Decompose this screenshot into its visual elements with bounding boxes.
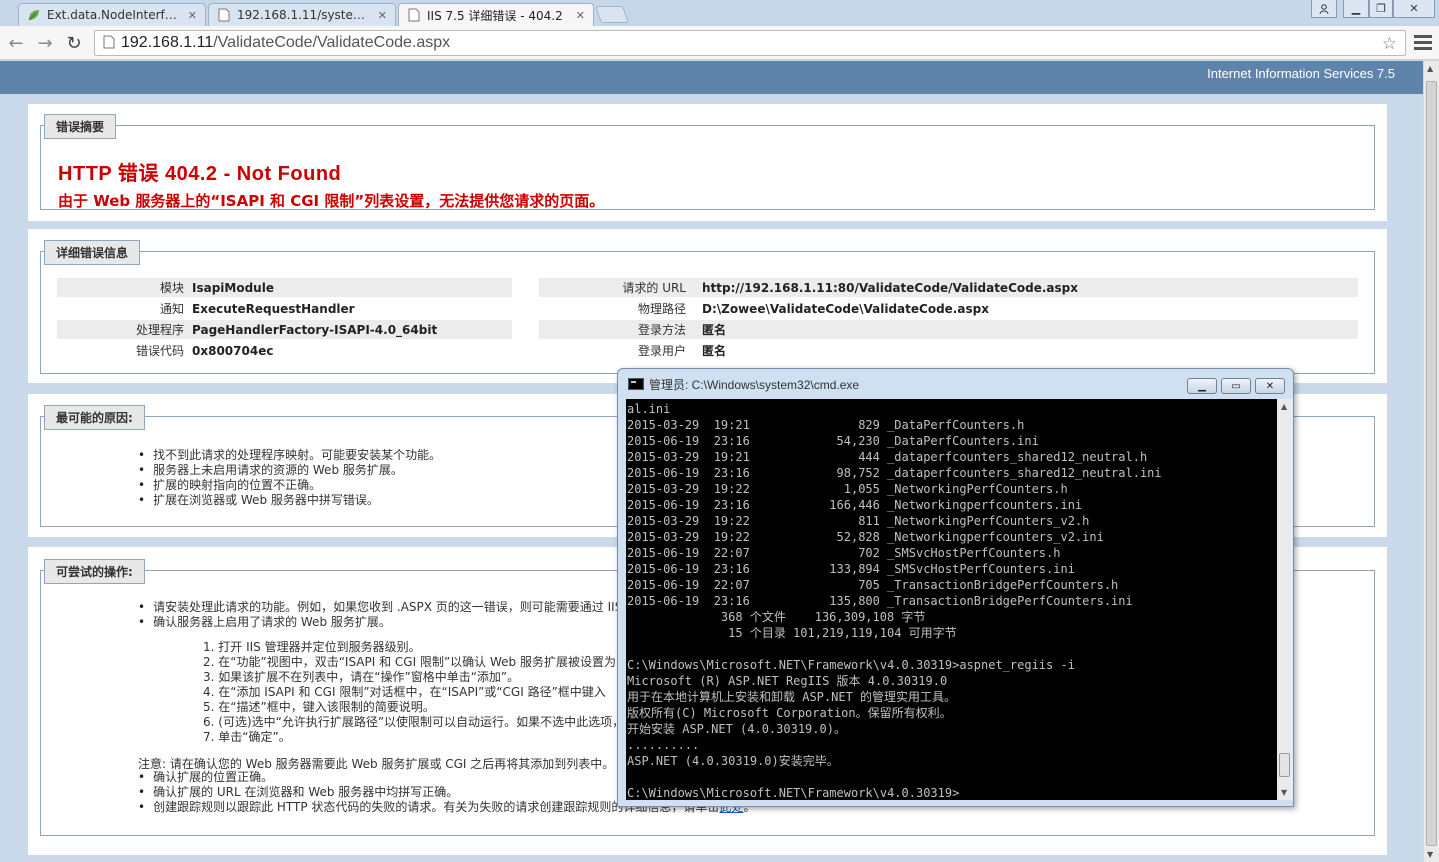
cmd-maximize-button[interactable]: ▭	[1221, 378, 1251, 394]
page-icon	[103, 35, 115, 52]
address-bar[interactable]: 192.168.1.11/ValidateCode/ValidateCode.a…	[94, 30, 1406, 56]
details-fieldset: 详细错误信息 模块 IsapiModule 通知 ExecuteRequestH…	[40, 240, 1375, 374]
page-icon	[217, 8, 231, 22]
list-item: 6. (可选)选中“允许执行扩展路径”以使限制可以自动运行。如果不选中此选项，	[203, 715, 625, 729]
close-window-button[interactable]: ✕	[1393, 0, 1435, 18]
list-item: 扩展的映射指向的位置不正确。	[138, 478, 441, 493]
detail-row: 处理程序 PageHandlerFactory-ISAPI-4.0_64bit	[57, 320, 512, 339]
list-item: 5. 在“描述”框中，键入该限制的简要说明。	[203, 700, 435, 714]
leaf-icon	[27, 8, 41, 22]
actions-list: 请安装处理此请求的功能。例如，如果您收到 .ASPX 页的这一错误，则可能需要通…	[138, 600, 622, 630]
list-item: 扩展在浏览器或 Web 服务器中拼写错误。	[138, 493, 441, 508]
list-item: 7. 单击“确定”。	[203, 730, 291, 744]
menu-icon[interactable]	[1414, 35, 1432, 51]
cmd-close-button[interactable]: ✕	[1255, 378, 1285, 394]
scroll-down-icon[interactable]: ▼	[1427, 850, 1433, 859]
detail-row: 错误代码 0x800704ec	[135, 343, 274, 359]
console-scrollbar[interactable]: ▲ ▼	[1277, 399, 1293, 800]
list-item: 3. 如果该扩展不在列表中，请在“操作”窗格中单击“添加”。	[203, 670, 520, 684]
new-tab-button[interactable]	[594, 6, 630, 23]
detail-row: 登录用户 匿名	[637, 344, 727, 358]
list-item: 确认服务器上启用了请求的 Web 服务扩展。	[138, 615, 622, 630]
error-title: HTTP 错误 404.2 - Not Found	[58, 163, 342, 185]
summary-legend: 错误摘要	[44, 114, 117, 139]
cmd-title: 管理员: C:\Windows\system32\cmd.exe	[649, 377, 860, 392]
scroll-thumb[interactable]	[1279, 753, 1290, 777]
detail-row: 请求的 URL http://192.168.1.11:80/ValidateC…	[539, 278, 1358, 297]
detail-row: 通知 ExecuteRequestHandler	[159, 301, 355, 317]
back-button[interactable]: ←	[4, 31, 28, 55]
tab-system-login[interactable]: 192.168.1.11/system/lo ✕	[208, 3, 396, 26]
forward-button[interactable]: →	[33, 31, 57, 55]
list-item: 1. 打开 IIS 管理器并定位到服务器级别。	[203, 640, 421, 654]
console-text: al.ini 2015-03-29 19:21 829 _DataPerfCou…	[627, 402, 1162, 800]
reload-button[interactable]: ↻	[62, 31, 86, 55]
summary-panel: 错误摘要 HTTP 错误 404.2 - Not Found 由于 Web 服务…	[28, 104, 1387, 221]
page-icon	[407, 8, 421, 22]
details-panel: 详细错误信息 模块 IsapiModule 通知 ExecuteRequestH…	[28, 229, 1387, 383]
minimize-button[interactable]: ▁	[1343, 0, 1369, 18]
steps-list: 1. 打开 IIS 管理器并定位到服务器级别。 2. 在“功能”视图中，双击“I…	[203, 640, 624, 745]
summary-fieldset: 错误摘要 HTTP 错误 404.2 - Not Found 由于 Web 服务…	[40, 114, 1375, 210]
tab-strip: Ext.data.NodeInterface ✕ 192.168.1.11/sy…	[0, 0, 1439, 26]
iis-header: Internet Information Services 7.5	[0, 61, 1423, 94]
page-scrollbar[interactable]: ▲ ▼	[1423, 61, 1439, 862]
details-legend: 详细错误信息	[44, 240, 141, 265]
console-icon	[628, 378, 644, 390]
scroll-up-icon[interactable]: ▲	[1427, 64, 1433, 73]
detail-row: 登录方法 匿名	[539, 320, 1358, 339]
tab-ext-data[interactable]: Ext.data.NodeInterface ✕	[18, 3, 206, 26]
scroll-down-icon[interactable]: ▼	[1281, 788, 1287, 797]
close-icon[interactable]: ✕	[188, 9, 197, 22]
scroll-up-icon[interactable]: ▲	[1281, 402, 1287, 411]
maximize-button[interactable]: ❐	[1369, 0, 1393, 18]
list-item: 4. 在“添加 ISAPI 和 CGI 限制”对话框中，在“ISAPI”或“CG…	[203, 685, 606, 699]
cmd-minimize-button[interactable]: ▁	[1187, 378, 1217, 394]
console-output[interactable]: al.ini 2015-03-29 19:21 829 _DataPerfCou…	[626, 399, 1277, 800]
bookmark-star-icon[interactable]: ☆	[1382, 34, 1397, 54]
list-item: 找不到此请求的处理程序映射。可能要安装某个功能。	[138, 448, 441, 463]
list-item: 服务器上未启用请求的资源的 Web 服务扩展。	[138, 463, 441, 478]
user-icon[interactable]	[1311, 0, 1337, 18]
tab-iis-error[interactable]: IIS 7.5 详细错误 - 404.2 ✕	[398, 3, 594, 26]
detail-row: 模块 IsapiModule	[57, 278, 512, 297]
scroll-thumb[interactable]	[1426, 81, 1437, 846]
causes-list: 找不到此请求的处理程序映射。可能要安装某个功能。 服务器上未启用请求的资源的 W…	[138, 448, 441, 508]
cmd-window[interactable]: 管理员: C:\Windows\system32\cmd.exe ▁ ▭ ✕ a…	[617, 368, 1294, 807]
url-text: 192.168.1.11/ValidateCode/ValidateCode.a…	[121, 34, 451, 51]
close-icon[interactable]: ✕	[378, 9, 387, 22]
browser-toolbar: ← → ↻ 192.168.1.11/ValidateCode/Validate…	[0, 26, 1439, 60]
error-subtitle: 由于 Web 服务器上的“ISAPI 和 CGI 限制”列表设置，无法提供您请求…	[58, 192, 605, 210]
close-icon[interactable]: ✕	[576, 9, 585, 22]
actions-legend: 可尝试的操作:	[44, 559, 145, 584]
causes-legend: 最可能的原因:	[44, 405, 145, 430]
list-item: 请安装处理此请求的功能。例如，如果您收到 .ASPX 页的这一错误，则可能需要通…	[138, 600, 622, 615]
detail-row: 物理路径 D:\Zowee\ValidateCode\ValidateCode.…	[637, 301, 989, 317]
list-item: 2. 在“功能”视图中，双击“ISAPI 和 CGI 限制”以确认 Web 服务…	[203, 655, 616, 669]
